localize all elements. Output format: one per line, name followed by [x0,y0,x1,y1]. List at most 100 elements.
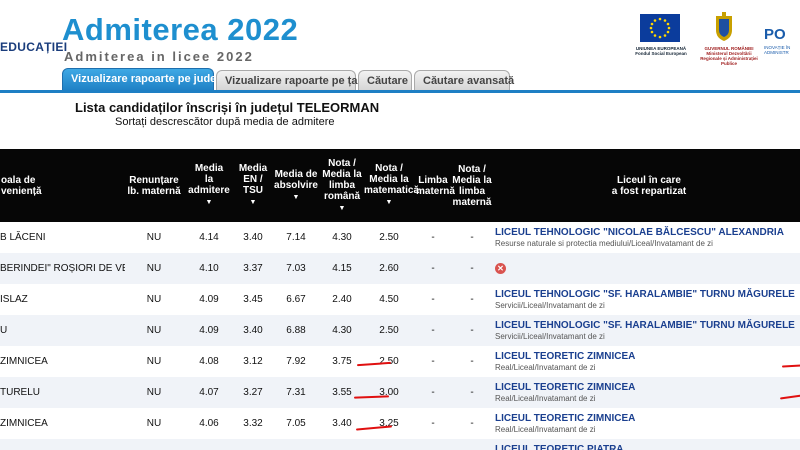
cell-school: RA [0,439,125,450]
col-header-text: maternă [416,185,455,197]
cell-media-admitere: 4.14 [183,222,235,253]
cell-school: TURELU [0,377,125,408]
cell-school: ISLAZ [0,284,125,315]
cell-school: U [0,315,125,346]
tab-country-reports[interactable]: Vizualizare rapoarte pe țară [216,70,368,91]
tab-divider [0,90,800,93]
cell-nota-limba-materna: - [451,346,493,377]
table-body: B LĂCENI NU 4.14 3.40 7.14 4.30 2.50- - LICEUL T… [0,222,800,450]
cell-nota-romana: 3.55 [321,377,363,408]
col-header-text: limba [458,185,486,197]
cell-renuntare: NU [125,408,183,439]
cell-media-absolvire: 7.03 [271,253,321,284]
liceu-link[interactable]: LICEUL TEHNOLOGIC "NICOLAE BĂLCESCU" ALE… [495,227,800,238]
col-header-renuntare[interactable]: Renunțare lb. maternă [125,149,183,222]
cell-media-absolvire: 7.31 [271,377,321,408]
tab-search[interactable]: Căutare [358,70,412,91]
table-row[interactable]: U NU 4.09 3.40 6.88 4.30 2.50- - LICEUL TEHNOLOG… [0,315,800,346]
cell-renuntare: NU [125,222,183,253]
col-header-media-en[interactable]: Media EN / TSU ▼ [235,149,271,222]
col-header-text: matematică [364,185,420,196]
cell-nota-limba-materna: - [451,222,493,253]
cell-nota-matematica: 4.50 [363,284,415,315]
table-row[interactable]: ISLAZ NU 4.09 3.45 6.67 2.40 4.50- - LICEUL TEHN… [0,284,800,315]
liceu-link[interactable]: LICEUL TEORETIC ZIMNICEA [495,382,800,393]
liceu-profile: Real/Liceal/Invatamant de zi [495,424,596,434]
sort-arrow-icon: ▼ [249,199,257,206]
col-header-text: EN / [243,174,263,185]
liceu-link[interactable]: LICEUL TEHNOLOGIC "SF. HARALAMBIE" TURNU… [495,289,800,300]
cell-liceu: ✕ [493,253,800,284]
cell-media-en: 3.40 [235,315,271,346]
col-header-text: limba [328,179,356,191]
cell-media-en: 3.37 [235,253,271,284]
cell-nota-matematica: 2.50 [363,222,415,253]
table-row[interactable]: TURELU NU 4.07 3.27 7.31 3.55 3.00- - LICEUL TEO… [0,377,800,408]
cell-liceu: LICEUL TEORETIC ZIMNICEA Real/Liceal/Inva… [493,377,800,408]
cell-nota-romana: 4.30 [321,315,363,346]
col-header-text: Nota / [328,157,356,169]
col-header-text: Media [238,163,268,174]
cell-nota-romana: 3.75 [321,346,363,377]
ministry-label: EDUCAȚIEI [0,40,68,54]
table-row[interactable]: B LĂCENI NU 4.14 3.40 7.14 4.30 2.50- - LICEUL T… [0,222,800,253]
cell-liceu: LICEUL TEORETIC ZIMNICEA Real/Liceal/Inva… [493,346,800,377]
liceu-profile: Resurse naturale si protectia mediului/L… [495,238,713,248]
cell-nota-romana: 3.40 [321,408,363,439]
cell-limba-materna: - [415,253,451,284]
col-header-liceu[interactable]: Liceul în care a fost repartizat [493,149,800,222]
tab-county-reports[interactable]: Vizualizare rapoarte pe județ [62,68,220,91]
list-title: Lista candidaților înscriși în județul T… [75,100,380,115]
liceu-link[interactable]: LICEUL TEORETIC ZIMNICEA [495,351,800,362]
cell-liceu: LICEUL TEHNOLOGIC "SF. HARALAMBIE" TURNU… [493,284,800,315]
table-row[interactable]: ZIMNICEANU4.083.127.923.752.50--LICEUL T… [0,346,800,377]
col-header-media-admitere[interactable]: Media la admitere ▼ [183,149,235,222]
cell-nota-matematica: 2.50 [363,315,415,346]
table-row[interactable]: RANU4.053.456.463.903.00--LICEUL TEORETI… [0,439,800,450]
table-row[interactable]: ZIMNICEA NU 4.06 3.32 7.05 3.40 3.25- - LICEUL T… [0,408,800,439]
sort-arrow-icon: ▼ [338,204,346,212]
col-header-text: veniență [1,185,42,197]
cell-nota-limba-materna: - [451,377,493,408]
cell-limba-materna: - [415,222,451,253]
cell-renuntare: NU [125,315,183,346]
candidates-table: oala de veniență Renunțare lb. maternă Med… [0,149,800,450]
col-header-text: la admitere [188,174,230,196]
romania-coat-of-arms-icon [713,12,735,42]
tab-advanced-search[interactable]: Căutare avansată [414,70,514,91]
cell-school: ZIMNICEA [0,346,125,377]
col-header-text: Media la [452,174,492,186]
cell-nota-romana: 3.90 [321,439,363,450]
pocu-logo-text: PO [764,26,786,43]
cell-media-absolvire: 7.92 [271,346,321,377]
liceu-link[interactable]: LICEUL TEORETIC PIATRA [495,444,800,450]
col-header-school[interactable]: oala de veniență [0,149,125,222]
col-header-text: Media la [322,168,362,180]
col-header-text: oala de [1,174,36,186]
col-header-text: Renunțare [129,174,179,186]
cell-media-admitere: 4.09 [183,315,235,346]
cell-nota-romana: 2.40 [321,284,363,315]
col-header-media-absolvire[interactable]: Media de absolvire ▼ [271,149,321,222]
sort-arrow-icon: ▼ [385,199,393,206]
liceu-link[interactable]: LICEUL TEORETIC ZIMNICEA [495,413,800,424]
col-header-text: TSU [243,185,263,196]
cell-media-absolvire: 7.14 [271,222,321,253]
page-title[interactable]: Admiterea 2022 [62,12,298,48]
cell-media-en: 3.32 [235,408,271,439]
col-header-limba-materna[interactable]: Limba maternă [415,149,455,222]
cell-nota-limba-materna: - [451,408,493,439]
cell-limba-materna: - [415,284,451,315]
col-header-nota-limba-materna[interactable]: Nota / Media la limba maternă [451,149,493,222]
cell-limba-materna: - [415,315,451,346]
cell-nota-romana: 4.30 [321,222,363,253]
col-header-nota-matematica[interactable]: Nota / Media la matematică ▼ [363,149,419,222]
cell-liceu: LICEUL TEHNOLOGIC "SF. HARALAMBIE" TURNU… [493,315,800,346]
col-header-nota-romana[interactable]: Nota / Media la limba română ▼ [321,149,363,222]
table-row[interactable]: BERINDEI" ROȘIORI DE VEDENU4.103.377.034… [0,253,800,284]
cell-school: ZIMNICEA [0,408,125,439]
liceu-link[interactable]: LICEUL TEHNOLOGIC "SF. HARALAMBIE" TURNU… [495,320,800,331]
cell-media-en: 3.45 [235,439,271,450]
rejected-x-icon[interactable]: ✕ [495,263,506,274]
pocu-logo-caption: INOVAȚIE ÎN ADMINISTR [764,45,791,55]
